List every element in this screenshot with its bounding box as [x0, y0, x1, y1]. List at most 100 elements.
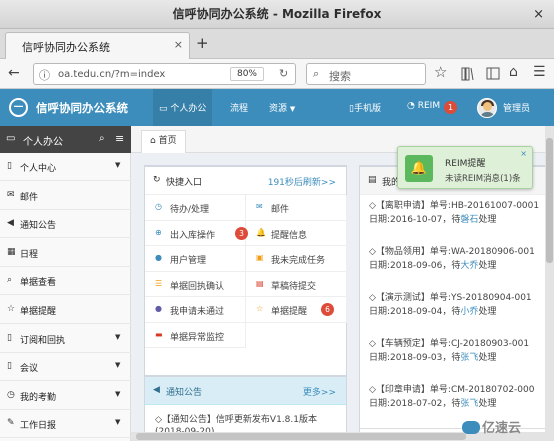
refresh-link[interactable]: 191秒后刷新>> — [268, 175, 336, 188]
sidebar-item[interactable]: ☆ 单据提醒 — [0, 296, 131, 324]
sidebar-item[interactable]: ▯ 个人中心 ▼ — [0, 153, 131, 181]
quick-entry-item[interactable]: ☰ 单据回执确认 — [145, 271, 246, 297]
user-menu[interactable]: 管理员 — [503, 101, 530, 114]
calendar-icon: ▦ — [7, 246, 16, 257]
nav-reim[interactable]: ◔ REIM — [407, 101, 440, 111]
sidebar-item-label: 我的考勤 — [20, 392, 57, 403]
menu-icon[interactable]: ≡ — [115, 132, 124, 145]
record-user[interactable]: 大乔 — [460, 261, 478, 271]
quick-entry-item[interactable]: ● 我申请未通过 — [145, 297, 246, 323]
notification-close-icon[interactable]: × — [520, 149, 527, 158]
search-icon[interactable]: ⌕ — [99, 133, 105, 144]
menu-icon[interactable]: ☰ — [533, 64, 546, 80]
bookmark-icon: ▯ — [7, 361, 12, 372]
record-item[interactable]: ◇【印章申请】单号:CM-20180702-000 日期:2018-07-02，待… — [369, 384, 535, 411]
sidebar-item[interactable]: ◀ 通知公告 — [0, 210, 131, 239]
nav-personal-office[interactable]: ▭ 个人办公 — [153, 89, 213, 126]
monitor-icon: ▭ — [159, 104, 171, 114]
notice-more-link[interactable]: 更多>> — [303, 385, 336, 398]
caret-down-icon: ▼ — [115, 332, 121, 341]
notice-item[interactable]: ◇【通知公告】信呼更新发布V1.8.1版本 — [155, 412, 317, 425]
record-user[interactable]: 张飞 — [460, 399, 478, 409]
draft-icon: ▤ — [256, 278, 264, 288]
library-icon[interactable] — [461, 67, 474, 81]
quick-entry-label: 草稿待提交 — [271, 281, 317, 292]
search-icon: ⌕ — [313, 67, 320, 80]
sidebar-item[interactable]: ⌕ 单据查看 — [0, 267, 131, 296]
reim-notification[interactable]: 🔔 REIM提醒 未读REIM消息(1)条 × — [397, 146, 533, 189]
quick-entry-item[interactable]: ▬ 单据异常监控 — [145, 322, 246, 348]
quick-entry-item[interactable]: 🔔 提醒信息 — [246, 220, 347, 246]
zoom-level[interactable]: 80% — [230, 67, 264, 81]
tab-home[interactable]: ⌂ 首页 — [141, 130, 186, 153]
sidebar-item[interactable]: ▦ 日程 — [0, 239, 131, 267]
sidebar-item[interactable]: ✉ 邮件 — [0, 182, 131, 210]
briefcase-icon: ▬ — [155, 329, 163, 339]
nav-resources[interactable]: 资源 ▼ — [269, 101, 295, 114]
sidebar-item-label: 工作日报 — [20, 421, 57, 432]
record-title: ◇【离职申请】单号:HB-20161007-0001 — [369, 201, 540, 211]
star-icon: ☆ — [7, 304, 16, 314]
cloud-icon — [462, 421, 480, 434]
watermark: 亿速云 — [462, 417, 521, 436]
envelope-icon: ✉ — [7, 189, 15, 200]
record-item[interactable]: ◇【演示测试】单号:YS-20180904-001 日期:2018-09-04，待… — [369, 292, 532, 319]
record-user[interactable]: 磐石 — [460, 215, 478, 225]
nav-mobile[interactable]: ▯手机版 — [349, 101, 381, 114]
quick-entry-item[interactable]: ▤ 草稿待提交 — [246, 271, 347, 297]
sidebar-item[interactable]: ▯ 会议 ▼ — [0, 353, 131, 382]
tab-close-icon[interactable]: × — [174, 38, 183, 51]
volume-icon: ◀ — [7, 218, 14, 229]
receipt-icon: ☰ — [155, 278, 163, 288]
record-user[interactable]: 张飞 — [460, 353, 478, 363]
quick-entry-label: 用户管理 — [170, 256, 207, 266]
quick-entry-item[interactable]: ✉ 邮件 — [246, 195, 347, 221]
url-bar[interactable]: ⓘ oa.tedu.cn/?m=index 80% ↻ — [33, 63, 296, 85]
sidebar-item[interactable]: ◷ 我的考勤 ▼ — [0, 382, 131, 410]
vertical-scrollbar[interactable] — [545, 126, 554, 441]
record-meta: 日期:2016-10-07，待磐石处理 — [369, 214, 497, 225]
sidebar-toggle-icon[interactable] — [486, 67, 500, 80]
tab-title: 信呼协同办公系统 — [22, 41, 110, 54]
quick-entry-item[interactable]: ● 用户管理 — [145, 246, 246, 272]
app-brand: 信呼协同办公系统 — [36, 101, 128, 115]
notice-header: ◀ 通知公告 更多>> — [145, 377, 346, 405]
quick-entry-label: 出入库操作 — [170, 230, 216, 241]
record-user[interactable]: 小乔 — [460, 307, 478, 317]
info-icon[interactable]: ⓘ — [39, 67, 50, 83]
home-icon[interactable]: ⌂ — [509, 64, 518, 80]
envelope-icon: ✉ — [256, 202, 263, 211]
record-item[interactable]: ◇【物品领用】单号:WA-20180906-001 日期:2018-09-06，待… — [369, 246, 535, 273]
monitor-icon: ▭ — [6, 133, 16, 144]
sidebar-item-label: 个人中心 — [20, 164, 57, 174]
quick-entry-label: 我申请未通过 — [170, 307, 225, 317]
search-box[interactable]: ⌕ 搜索 — [306, 63, 426, 85]
reload-icon[interactable]: ↻ — [279, 67, 288, 80]
quick-entry-item[interactable]: ☆ 单据提醒 6 — [246, 297, 347, 323]
bookmark-icon: ▯ — [7, 161, 12, 171]
record-item[interactable]: ◇【离职申请】单号:HB-20161007-0001 日期:2016-10-07，… — [369, 200, 539, 227]
quick-entry-title: 快捷入口 — [166, 178, 203, 188]
search-icon: ⌕ — [7, 275, 13, 286]
record-item[interactable]: ◇【车辆预定】单号:CJ-20180903-001 日期:2018-09-03，待… — [369, 338, 529, 365]
caret-down-icon: ▼ — [115, 389, 121, 398]
nav-workflow[interactable]: 流程 — [230, 101, 248, 114]
bookmark-star-icon[interactable]: ☆ — [434, 63, 447, 81]
avatar[interactable] — [477, 98, 497, 118]
quick-entry-item[interactable]: ⊕ 出入库操作 3 — [145, 220, 248, 246]
bell-icon: 🔔 — [256, 227, 266, 237]
record-meta: 日期:2018-09-03，待张飞处理 — [369, 352, 497, 363]
back-icon[interactable]: ← — [8, 65, 20, 81]
quick-entry-item[interactable]: ▣ 我未完成任务 — [246, 246, 347, 272]
sidebar-item-label: 邮件 — [20, 192, 39, 203]
plus-circle-icon: ⊕ — [155, 227, 162, 237]
app-header: — 信呼协同办公系统 ▭ 个人办公 流程 资源 ▼ ▯手机版 ◔ REIM — [0, 89, 554, 126]
browser-tab[interactable]: 信呼协同办公系统 × — [5, 32, 190, 59]
new-tab-button[interactable]: + — [196, 34, 209, 52]
refresh-icon: ↻ — [153, 175, 161, 185]
quick-entry-item[interactable]: ◷ 待办/处理 — [145, 195, 246, 221]
sidebar-item[interactable]: ▯ 订阅和回执 ▼ — [0, 325, 131, 353]
volume-icon: ◀ — [153, 385, 160, 395]
sidebar-item[interactable]: ✎ 工作日报 ▼ — [0, 410, 131, 439]
window-close-button[interactable]: × — [533, 0, 544, 29]
